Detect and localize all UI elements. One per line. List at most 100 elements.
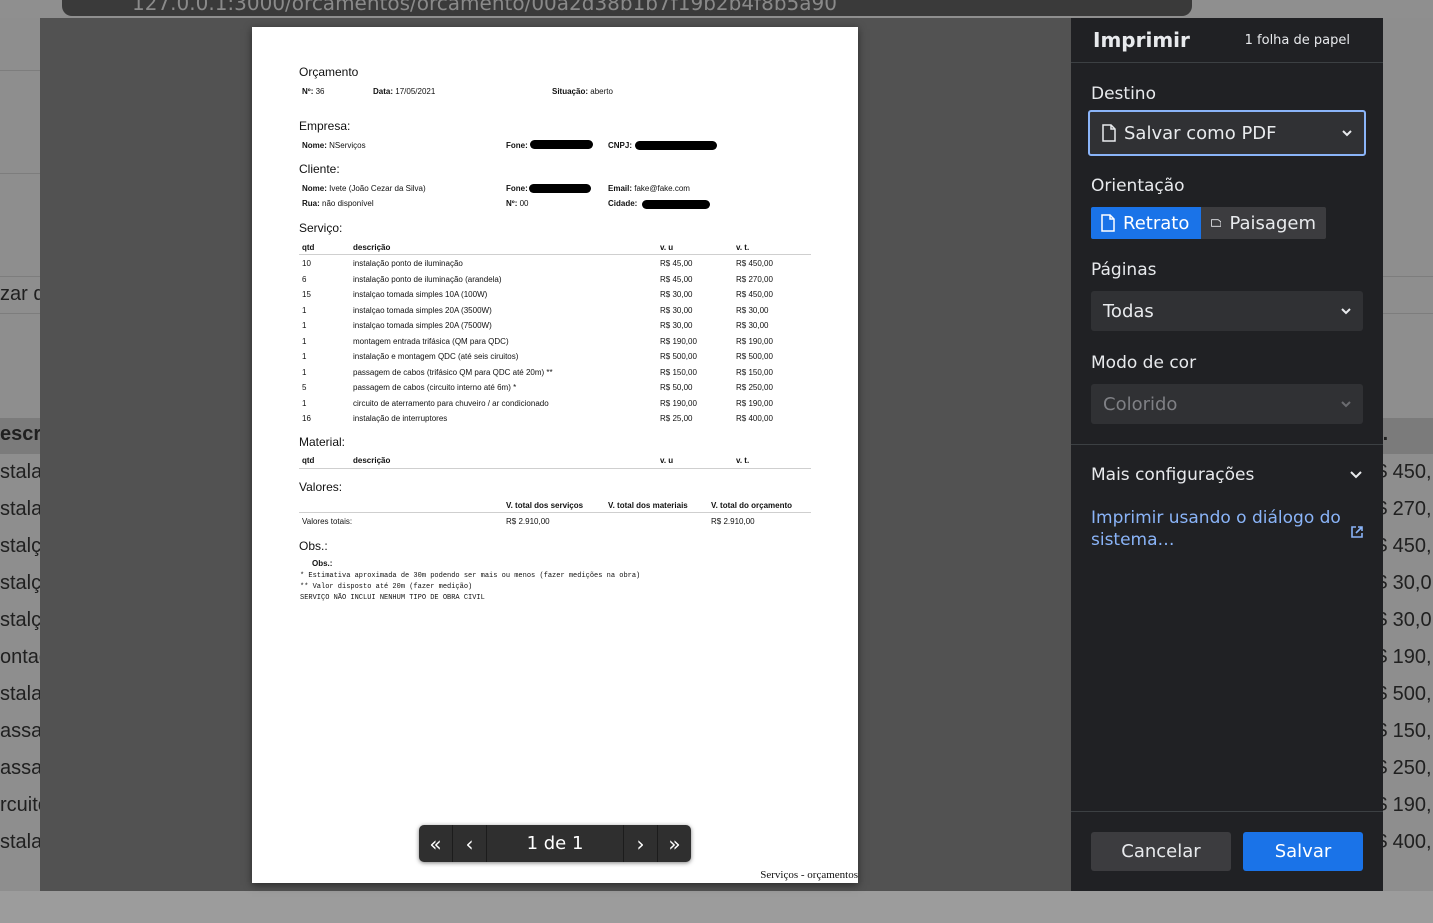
servico-cell: instalçao tomada simples 20A (7500W) [353,321,492,330]
paginas-label: Páginas [1091,260,1157,280]
servico-cell: R$ 190,00 [736,336,773,346]
servico-cell: R$ 450,00 [736,290,773,299]
chevron-down-icon [1341,401,1351,408]
servico-cell: R$ 45,00 [660,274,693,284]
servico-cell: instalação ponto de iluminação [353,259,463,268]
first-page-button[interactable]: « [419,825,453,862]
empresa-fone: Fone: [506,141,528,150]
last-page-button[interactable]: » [657,825,691,862]
empresa-heading: Empresa: [299,119,351,133]
valores-col-orcamento: V. total do orçamento [711,501,793,510]
servico-cell: 6 [302,274,307,284]
divider [0,173,40,174]
destination-value: Salvar como PDF [1124,122,1277,144]
portrait-label: Retrato [1123,212,1190,234]
divider [1071,444,1383,445]
background-text-fragment: $ 190, [1376,646,1432,668]
servico-cell: montagem entrada trifásica (QM para QDC) [353,336,509,346]
destino-label: Destino [1091,84,1156,104]
background-text-fragment: $ 270, [1376,498,1432,520]
save-button[interactable]: Salvar [1243,832,1363,871]
doc-title: Orçamento [299,65,359,79]
servico-cell: R$ 500,00 [660,352,697,361]
background-text-fragment: $ 500, [1376,683,1432,705]
servico-cell: R$ 270,00 [736,274,773,284]
pages-value: Todas [1103,300,1154,322]
background-text-fragment: stalaç [0,461,40,483]
background-text-fragment: $ 30,0 [1376,609,1432,631]
background-text-fragment: $ 150, [1376,720,1432,742]
cliente-nome: Nome: Ivete (João Cezar da Silva) [302,184,426,193]
background-text-fragment: stalaç [0,498,40,520]
servico-cell: R$ 250,00 [736,383,773,392]
servico-cell: R$ 190,00 [660,398,697,408]
servico-cell: instalação e montagem QDC (até seis ciru… [353,352,519,361]
background-text-fragment: zar d [0,283,40,305]
empresa-cnpj: CNPJ: [608,141,633,150]
servico-heading: Serviço: [299,221,343,235]
material-col-qtd: qtd [302,456,315,465]
pages-select[interactable]: Todas [1091,291,1363,331]
material-heading: Material: [299,435,346,449]
color-mode-select: Colorido [1091,384,1363,424]
portrait-option[interactable]: Retrato [1091,207,1201,239]
sheet-count: 1 folha de papel [1244,33,1350,48]
chevron-down-icon [1342,130,1352,137]
servico-cell: R$ 30,00 [736,321,769,330]
servico-cell: 1 [302,398,307,408]
chevron-down-icon [1341,308,1351,315]
servico-cell: passagem de cabos (trifásico QM para QDC… [353,367,553,377]
valores-col-servicos: V. total dos serviços [506,501,584,510]
servico-col-vu: v. u [660,243,674,252]
landscape-label: Paisagem [1229,212,1316,234]
valores-heading: Valores: [299,480,343,494]
servico-cell: instalação ponto de iluminação (arandela… [353,274,502,284]
divider [1383,276,1433,277]
servico-cell: 1 [302,367,307,377]
redaction [642,200,710,209]
servico-cell: R$ 190,00 [736,398,773,408]
servico-cell: R$ 30,00 [660,305,693,315]
destination-select[interactable]: Salvar como PDF [1088,110,1366,156]
background-text-fragment: stalç [0,535,40,557]
divider [0,313,40,314]
servico-cell: instalação de interruptores [353,414,448,423]
browser-url-bar: 127.0.0.1:3000/orcamentos/orcamento/00a2… [62,0,1192,16]
servico-cell: 10 [302,259,311,268]
servico-cell: instalçao tomada simples 20A (3500W) [353,305,492,315]
background-text-fragment: assag [0,757,40,779]
divider [1071,811,1383,812]
servico-cell: R$ 30,00 [660,321,693,330]
redaction [530,140,593,149]
document-page: Orçamento Nº: 36 Data: 17/05/2021 Situaç… [252,27,858,883]
page-footer: Serviços - orçamentos [760,869,858,881]
background-text-fragment: $ 400, [1376,831,1432,853]
divider [1071,62,1383,63]
panel-title: Imprimir [1093,28,1190,52]
background-text-fragment: $ 450, [1376,461,1432,483]
chevron-down-icon[interactable] [1349,470,1363,480]
external-link-icon[interactable] [1351,526,1363,538]
more-settings-toggle[interactable]: Mais configurações [1091,465,1254,485]
background-text-fragment: $ 450, [1376,535,1432,557]
next-page-button[interactable]: › [623,825,657,862]
servico-cell: 1 [302,321,307,330]
valores-col-materiais: V. total dos materiais [608,501,688,510]
background-text-fragment: $ 30,0 [1376,572,1432,594]
landscape-option[interactable]: Paisagem [1201,207,1326,239]
obs-sublabel: Obs.: [312,559,333,568]
servico-cell: R$ 150,00 [736,367,773,377]
material-col-vt: v. t. [736,456,750,465]
valores-row-label: Valores totais: [302,517,353,526]
divider [299,468,811,469]
prev-page-button[interactable]: ‹ [453,825,487,862]
cancel-button[interactable]: Cancelar [1091,832,1231,871]
background-text-fragment: stalç [0,609,40,631]
servico-col-desc: descrição [353,243,391,252]
cliente-numero: Nº: 00 [506,199,529,208]
servico-cell: instalçao tomada simples 10A (100W) [353,290,488,299]
valores-total-servicos: R$ 2.910,00 [506,517,550,526]
system-dialog-link[interactable]: Imprimir usando o diálogo do sistema… [1091,507,1341,551]
orientacao-label: Orientação [1091,176,1185,196]
page-indicator: 1 de 1 [526,833,584,854]
